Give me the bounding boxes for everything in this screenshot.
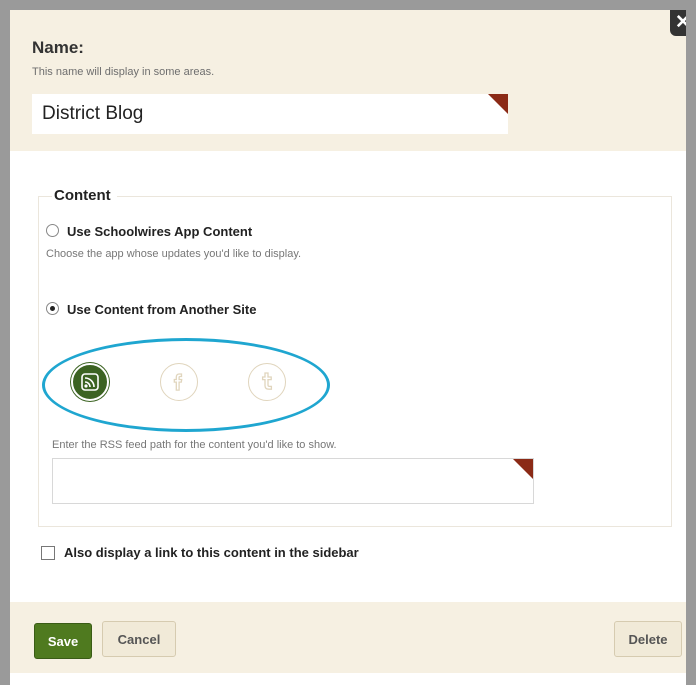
name-help-text: This name will display in some areas. (32, 66, 215, 78)
app-content-radio[interactable] (46, 224, 59, 237)
rss-feed-input[interactable] (52, 458, 534, 504)
close-button[interactable]: ✕ (670, 10, 686, 36)
required-flag-icon (513, 459, 533, 479)
app-content-help: Choose the app whose updates you'd like … (46, 248, 302, 260)
rss-icon (81, 373, 99, 391)
sidebar-link-checkbox[interactable] (41, 546, 55, 560)
other-site-label: Use Content from Another Site (67, 302, 257, 317)
facebook-icon (173, 373, 183, 391)
rss-source-button[interactable] (71, 363, 109, 401)
name-section: Name: This name will display in some are… (10, 10, 686, 151)
edit-content-dialog: Name: This name will display in some are… (10, 10, 686, 673)
app-content-label: Use Schoolwires App Content (67, 224, 253, 239)
name-title: Name: (32, 38, 84, 57)
tumblr-icon (261, 372, 273, 390)
rss-help-text: Enter the RSS feed path for the content … (52, 439, 337, 451)
content-legend: Content (52, 187, 117, 204)
other-site-radio[interactable] (46, 302, 59, 315)
name-input[interactable] (32, 94, 508, 134)
sidebar-link-label: Also display a link to this content in t… (64, 545, 359, 560)
facebook-source-button[interactable] (160, 363, 198, 401)
tumblr-source-button[interactable] (248, 363, 286, 401)
cancel-button[interactable]: Cancel (102, 621, 176, 657)
save-button[interactable]: Save (34, 623, 92, 659)
delete-button[interactable]: Delete (614, 621, 682, 657)
required-flag-icon (488, 94, 508, 114)
